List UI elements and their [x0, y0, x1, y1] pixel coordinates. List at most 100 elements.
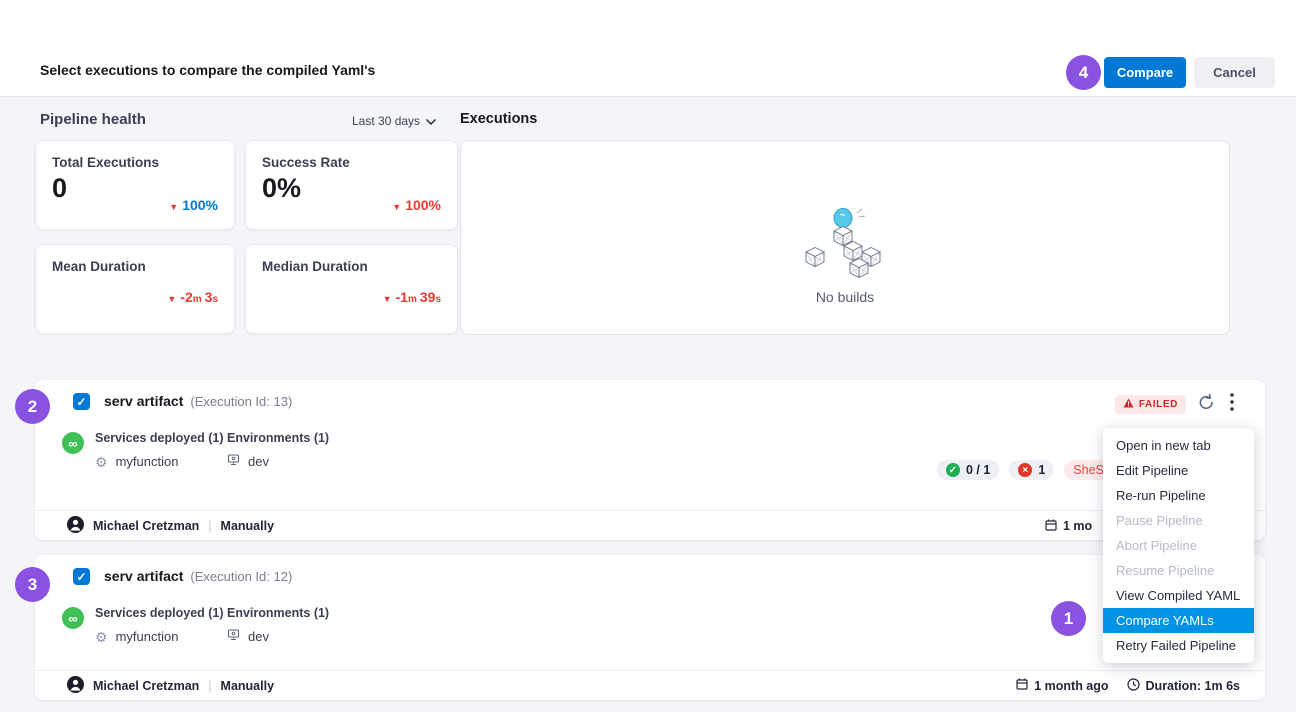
stat-delta: ▼ 100% [392, 197, 441, 213]
status-badge-failed: FAILED [1115, 395, 1186, 414]
time-ago: 1 month ago [1034, 679, 1108, 693]
failed-circle-icon: × [1018, 463, 1032, 477]
services-deployed-label: Services deployed (1) [95, 606, 224, 620]
kebab-menu-icon[interactable] [1226, 393, 1238, 416]
trigger-type: Manually [221, 519, 275, 533]
author-name: Michael Cretzman [93, 519, 199, 533]
footer-time: 1 mo [1045, 511, 1092, 541]
service-item: ⚙ myfunction [95, 629, 178, 644]
compare-button[interactable]: Compare [1104, 57, 1186, 88]
stat-label: Success Rate [262, 155, 350, 170]
execution-title: serv artifact (Execution Id: 13) [104, 393, 292, 409]
footer-separator: | [208, 519, 211, 533]
gear-icon: ⚙ [95, 630, 108, 644]
footer-author: Michael Cretzman | Manually [67, 676, 274, 696]
execution-context-menu: Open in new tab Edit Pipeline Re-run Pip… [1103, 428, 1254, 663]
chevron-down-icon [426, 114, 436, 128]
trend-down-icon: ▼ [167, 294, 176, 304]
calendar-icon [1016, 678, 1028, 693]
menu-item-rerun-pipeline[interactable]: Re-run Pipeline [1103, 483, 1254, 508]
time-range-select[interactable]: Last 30 days [352, 114, 436, 128]
stat-delta: ▼ -1m39s [383, 289, 441, 305]
success-circle-icon: ✓ [946, 463, 960, 477]
retry-icon[interactable] [1197, 393, 1216, 417]
empty-state: No builds [461, 207, 1229, 305]
compare-executions-page: Select executions to compare the compile… [0, 0, 1296, 726]
execution-footer: Michael Cretzman | Manually 1 month ago … [35, 670, 1265, 700]
execution-title: serv artifact (Execution Id: 12) [104, 568, 292, 584]
annotation-step-1: 1 [1051, 601, 1086, 636]
menu-item-edit-pipeline[interactable]: Edit Pipeline [1103, 458, 1254, 483]
menu-item-view-compiled-yaml[interactable]: View Compiled YAML [1103, 583, 1254, 608]
service-item: ⚙ myfunction [95, 454, 178, 469]
stat-delta: ▼ -2m3s [167, 289, 218, 305]
stat-delta: ▼ 100% [169, 197, 218, 213]
menu-item-resume-pipeline: Resume Pipeline [1103, 558, 1254, 583]
stat-value: 0% [262, 173, 301, 204]
stat-label: Mean Duration [52, 259, 146, 274]
menu-item-compare-yamls[interactable]: Compare YAMLs [1103, 608, 1254, 633]
cd-module-icon: ∞ [62, 432, 84, 454]
environment-item: dev [227, 629, 269, 644]
menu-item-open-in-new-tab[interactable]: Open in new tab [1103, 433, 1254, 458]
menu-item-pause-pipeline: Pause Pipeline [1103, 508, 1254, 533]
menu-item-retry-failed-pipeline[interactable]: Retry Failed Pipeline [1103, 633, 1254, 658]
execution-id: (Execution Id: 13) [190, 394, 292, 409]
median-duration-card: Median Duration ▼ -1m39s [245, 244, 458, 334]
calendar-icon [1045, 519, 1057, 534]
total-executions-card: Total Executions 0 ▼ 100% [35, 140, 235, 230]
trend-down-icon: ▼ [169, 202, 178, 212]
time-range-label: Last 30 days [352, 114, 420, 128]
failed-count-pill: × 1 [1009, 460, 1054, 480]
stat-value: 0 [52, 173, 67, 204]
success-count-pill: ✓ 0 / 1 [937, 460, 999, 480]
execution-checkbox[interactable]: ✓ [73, 393, 90, 410]
warning-triangle-icon [1123, 398, 1134, 411]
footer-separator: | [208, 679, 211, 693]
stat-label: Total Executions [52, 155, 159, 170]
annotation-step-3: 3 [15, 567, 50, 602]
services-deployed-label: Services deployed (1) [95, 431, 224, 445]
empty-state-text: No builds [816, 289, 874, 305]
time-ago-item: 1 month ago [1016, 678, 1108, 693]
mean-duration-card: Mean Duration ▼ -2m3s [35, 244, 235, 334]
time-ago: 1 mo [1063, 519, 1092, 533]
menu-item-abort-pipeline: Abort Pipeline [1103, 533, 1254, 558]
success-rate-card: Success Rate 0% ▼ 100% [245, 140, 458, 230]
environments-label: Environments (1) [227, 606, 329, 620]
executions-panel: No builds [460, 140, 1230, 335]
annotation-step-4: 4 [1066, 55, 1101, 90]
trend-down-icon: ▼ [392, 202, 401, 212]
cancel-button[interactable]: Cancel [1194, 57, 1275, 88]
execution-row-13[interactable]: ✓ serv artifact (Execution Id: 13) ∞ Ser… [35, 380, 1265, 540]
execution-checkbox[interactable]: ✓ [73, 568, 90, 585]
execution-footer: Michael Cretzman | Manually 1 mo [35, 510, 1265, 540]
trigger-type: Manually [221, 679, 275, 693]
environments-label: Environments (1) [227, 431, 329, 445]
avatar-icon [67, 516, 84, 536]
trend-down-icon: ▼ [383, 294, 392, 304]
check-icon: ✓ [76, 395, 86, 409]
page-title: Select executions to compare the compile… [40, 62, 375, 78]
duration: Duration: 1m 6s [1146, 679, 1240, 693]
footer-author: Michael Cretzman | Manually [67, 516, 274, 536]
duration-item: Duration: 1m 6s [1127, 678, 1240, 694]
pipeline-health-title: Pipeline health [40, 111, 146, 128]
no-builds-illustration [800, 207, 890, 279]
executions-title: Executions [460, 111, 537, 127]
cd-module-icon: ∞ [62, 607, 84, 629]
check-icon: ✓ [76, 570, 86, 584]
stat-label: Median Duration [262, 259, 368, 274]
author-name: Michael Cretzman [93, 679, 199, 693]
annotation-step-2: 2 [15, 389, 50, 424]
pipeline-name: serv artifact [104, 393, 183, 409]
gear-icon: ⚙ [95, 455, 108, 469]
clock-icon [1127, 678, 1140, 694]
environment-icon [227, 454, 240, 469]
environment-item: dev [227, 454, 269, 469]
environment-icon [227, 629, 240, 644]
execution-id: (Execution Id: 12) [190, 569, 292, 584]
pipeline-name: serv artifact [104, 568, 183, 584]
footer-time: 1 month ago Duration: 1m 6s [1016, 678, 1240, 694]
avatar-icon [67, 676, 84, 696]
